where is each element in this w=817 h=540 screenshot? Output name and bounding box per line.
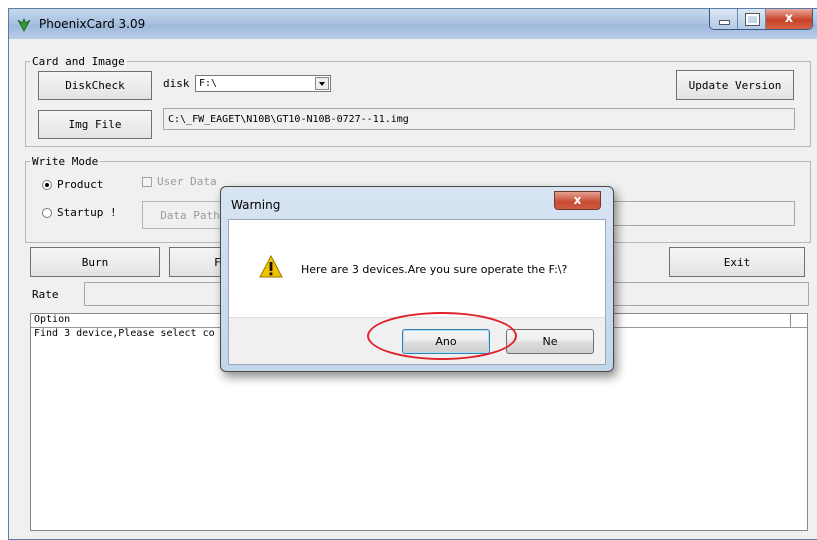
list-item[interactable]: Find 3 device,Please select co bbox=[34, 328, 215, 339]
user-data-checkbox[interactable] bbox=[142, 177, 152, 187]
window-title: PhoenixCard 3.09 bbox=[39, 17, 146, 31]
close-button[interactable]: x bbox=[766, 9, 812, 29]
maximize-icon bbox=[745, 13, 760, 26]
data-path-field[interactable] bbox=[609, 201, 795, 226]
card-image-legend: Card and Image bbox=[32, 55, 125, 68]
update-version-button[interactable]: Update Version bbox=[676, 70, 794, 100]
maximize-button[interactable] bbox=[738, 9, 766, 29]
startup-label: Startup ! bbox=[57, 206, 117, 219]
img-file-button[interactable]: Img File bbox=[38, 110, 152, 139]
disk-select-value: F:\ bbox=[199, 78, 218, 89]
header-divider bbox=[790, 314, 791, 327]
minimize-icon bbox=[719, 20, 730, 25]
product-label: Product bbox=[57, 178, 104, 191]
exit-button[interactable]: Exit bbox=[669, 247, 805, 277]
rate-label: Rate bbox=[32, 288, 59, 301]
disk-select[interactable]: F:\ bbox=[195, 75, 331, 92]
diskcheck-button[interactable]: DiskCheck bbox=[38, 71, 152, 100]
dialog-close-button[interactable]: x bbox=[554, 191, 601, 210]
startup-radio[interactable] bbox=[42, 208, 52, 218]
burn-button[interactable]: Burn bbox=[30, 247, 160, 277]
img-path-field[interactable]: C:\_FW_EAGET\N10B\GT10-N10B-0727--11.img bbox=[163, 108, 795, 130]
write-mode-legend: Write Mode bbox=[32, 155, 99, 168]
user-data-label: User Data bbox=[157, 175, 217, 188]
warning-icon bbox=[259, 255, 283, 278]
log-header-option[interactable]: Option bbox=[34, 314, 70, 325]
app-icon bbox=[17, 18, 31, 32]
chevron-down-icon[interactable] bbox=[315, 77, 329, 90]
caption-buttons: x bbox=[709, 9, 813, 30]
close-icon: x bbox=[784, 11, 794, 26]
highlight-circle bbox=[367, 312, 517, 360]
product-radio[interactable] bbox=[42, 180, 52, 190]
close-icon: x bbox=[573, 193, 582, 207]
ne-button[interactable]: Ne bbox=[506, 329, 594, 354]
minimize-button[interactable] bbox=[710, 9, 738, 29]
dialog-title: Warning bbox=[231, 198, 281, 212]
title-bar[interactable]: PhoenixCard 3.09 x bbox=[9, 9, 817, 39]
disk-label: disk bbox=[163, 77, 190, 90]
dialog-message: Here are 3 devices.Are you sure operate … bbox=[301, 263, 568, 276]
